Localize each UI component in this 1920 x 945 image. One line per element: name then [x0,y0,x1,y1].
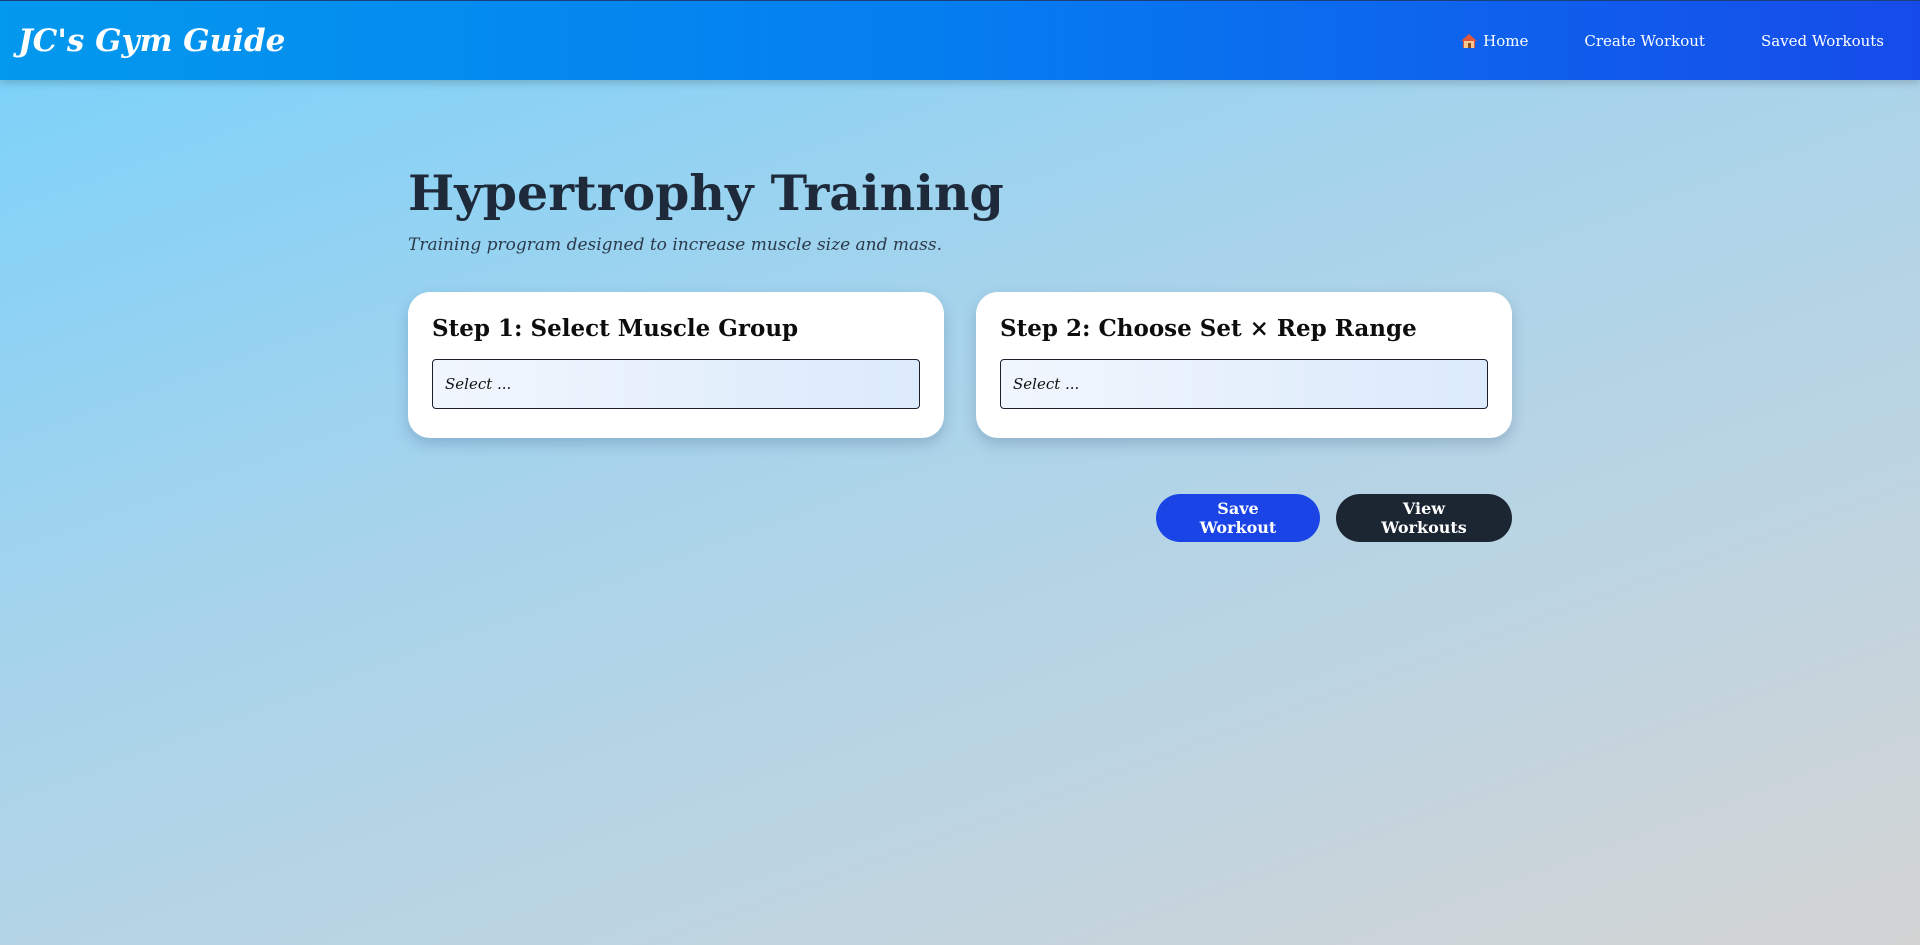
set-rep-range-select[interactable]: Select ... [1000,359,1488,409]
save-workout-button[interactable]: Save Workout [1156,494,1320,542]
step-card-set-rep-range: Step 2: Choose Set × Rep Range Select ..… [976,292,1512,438]
step-2-title: Step 2: Choose Set × Rep Range [1000,315,1417,342]
page-title: Hypertrophy Training [408,164,1004,222]
main-content: Hypertrophy Training Training program de… [408,160,1512,542]
step-card-muscle-group: Step 1: Select Muscle Group Select ... [408,292,944,438]
nav-link-saved-workouts[interactable]: Saved Workouts [1761,32,1884,50]
page-subtitle: Training program designed to increase mu… [408,235,943,255]
home-icon [1461,33,1478,48]
nav-link-home-label: Home [1483,31,1529,50]
brand-logo[interactable]: JC's Gym Guide [18,23,285,59]
top-navbar: JC's Gym Guide Home Create Workout Saved… [0,0,1920,80]
nav-link-create-workout[interactable]: Create Workout [1584,32,1705,50]
nav-links: Home Create Workout Saved Workouts [1405,32,1884,50]
view-workouts-button[interactable]: View Workouts [1336,494,1512,542]
action-buttons: Save Workout View Workouts [408,494,1512,542]
muscle-group-select[interactable]: Select ... [432,359,920,409]
step-cards: Step 1: Select Muscle Group Select ... S… [408,292,1512,438]
step-1-title: Step 1: Select Muscle Group [432,315,799,342]
nav-link-home[interactable]: Home [1461,32,1528,50]
